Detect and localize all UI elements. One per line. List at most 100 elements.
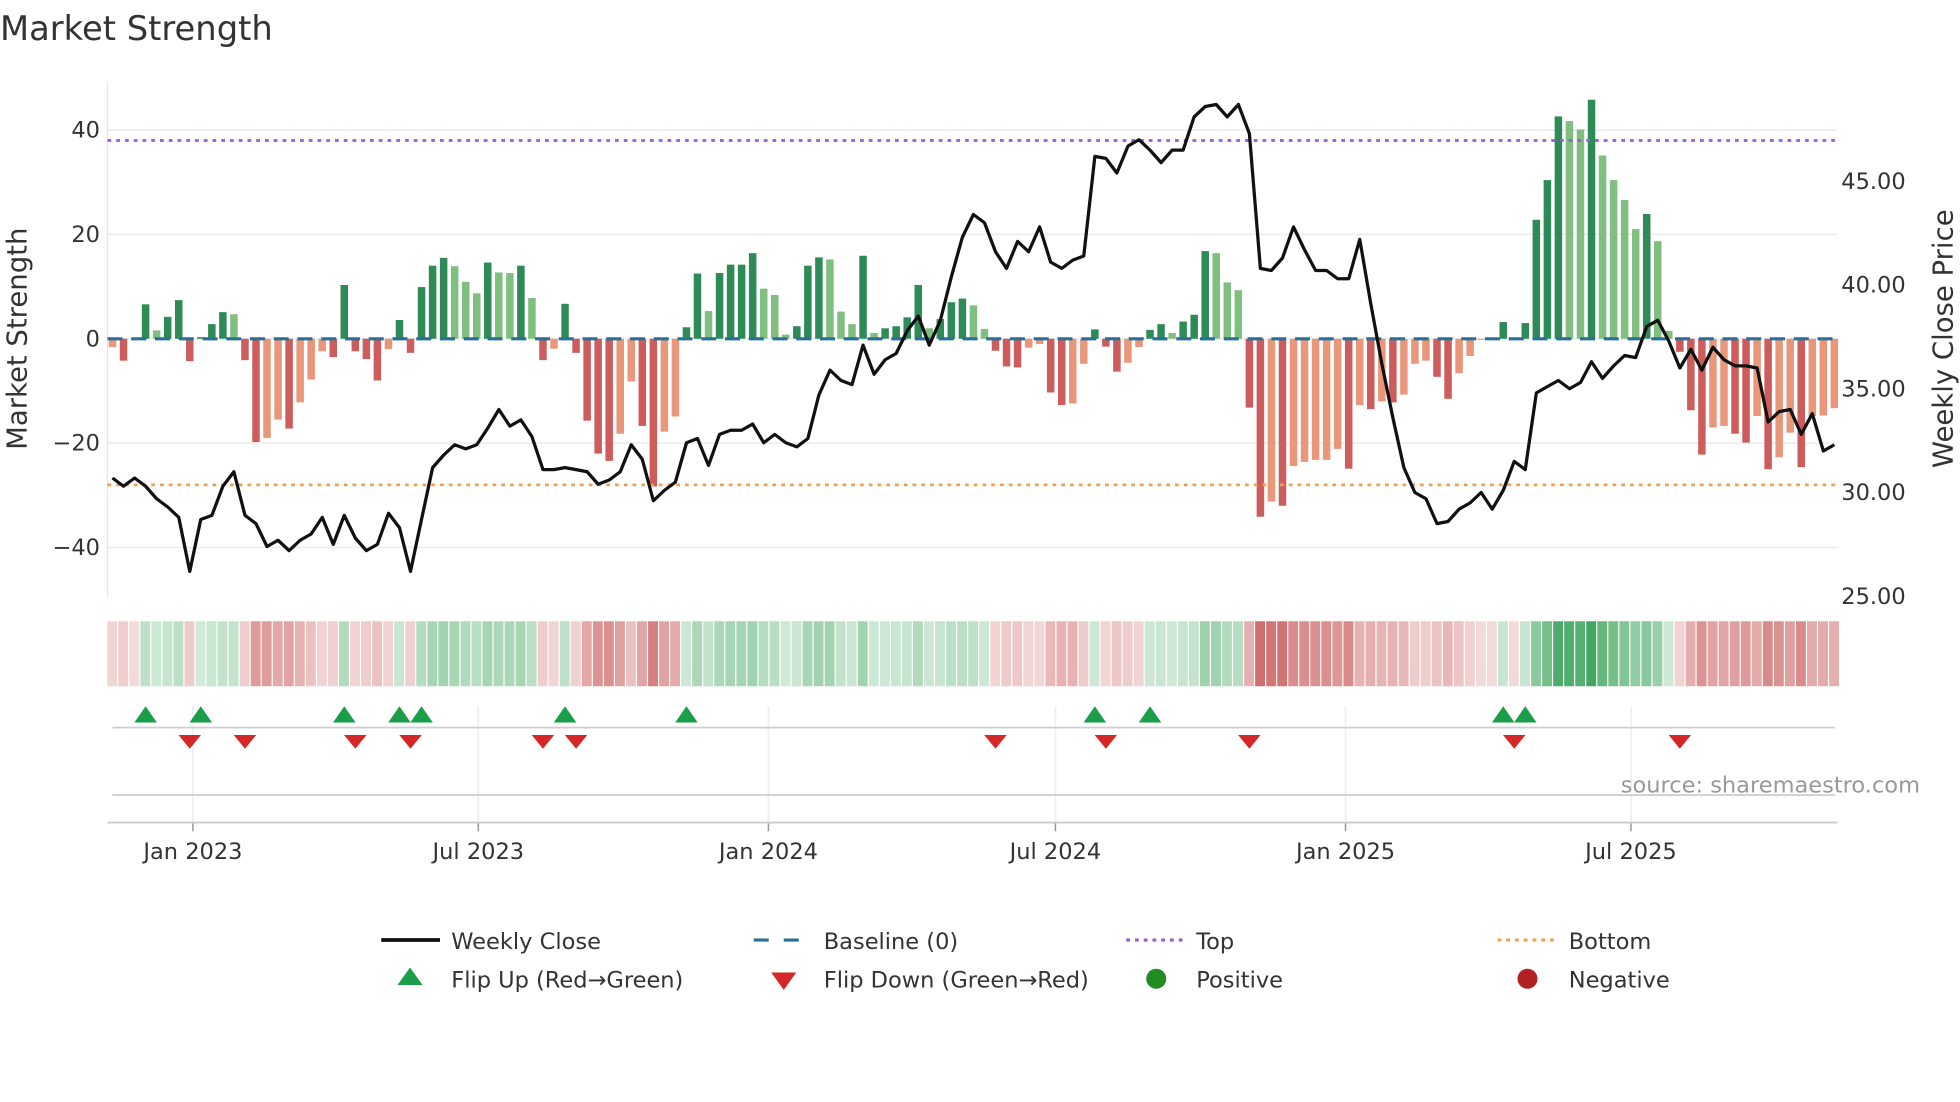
- negative-dot-icon: [1517, 968, 1538, 989]
- strength-bar: [726, 264, 735, 339]
- legend-positive[interactable]: Positive: [1146, 968, 1283, 994]
- strip-cell: [725, 621, 736, 687]
- legend-negative[interactable]: Negative: [1517, 968, 1670, 994]
- strength-bar: [682, 327, 691, 339]
- strength-bar: [892, 326, 900, 339]
- strip-cell: [1729, 621, 1740, 687]
- strength-bar: [704, 311, 713, 339]
- strip-cell: [912, 621, 923, 687]
- strip-cell: [559, 621, 570, 687]
- strip-cell: [1420, 621, 1431, 687]
- strip-cell: [1365, 621, 1376, 687]
- strength-bar: [1620, 199, 1629, 339]
- legend-label: Weekly Close: [451, 929, 601, 955]
- strip-cell: [1442, 621, 1453, 687]
- strength-bar: [1289, 338, 1298, 467]
- right-tick-label: 40.00: [1841, 273, 1905, 299]
- strength-bar: [461, 281, 470, 339]
- strength-bar: [1400, 338, 1408, 395]
- strip-cell: [1299, 621, 1310, 687]
- strip-cell: [1166, 621, 1177, 687]
- strength-bar: [804, 265, 812, 339]
- legend-baseline[interactable]: Baseline (0): [753, 929, 958, 955]
- strip-cell: [1475, 621, 1486, 687]
- strip-cell: [195, 621, 206, 687]
- strip-cell: [1199, 621, 1210, 687]
- x-tick-label: Jan 2023: [141, 839, 242, 865]
- flip-up-marker: [1491, 706, 1515, 723]
- strip-cell: [1211, 621, 1221, 687]
- strength-bar: [837, 311, 845, 339]
- strip-cell: [1542, 621, 1552, 687]
- strength-bar: [406, 338, 415, 353]
- strength-bar: [1002, 338, 1011, 367]
- strip-cell: [1641, 621, 1652, 687]
- strength-bar: [1344, 338, 1353, 469]
- strength-bar: [307, 338, 315, 380]
- strip-cell: [471, 621, 482, 687]
- strip-cell: [1277, 621, 1288, 687]
- strip-cell: [305, 621, 316, 687]
- strength-bars: [108, 99, 1839, 517]
- strip-cell: [879, 621, 890, 687]
- strip-cell: [1553, 621, 1564, 687]
- strip-cell: [1244, 621, 1254, 687]
- strength-bar: [1565, 121, 1574, 339]
- strip-cell: [1619, 621, 1630, 687]
- strip-cell: [350, 621, 360, 687]
- strip-cell: [1784, 621, 1795, 687]
- x-tick-label: Jul 2023: [431, 839, 525, 865]
- strength-bar: [1742, 338, 1750, 443]
- strength-bar: [671, 338, 680, 417]
- strip-cell: [1111, 621, 1122, 687]
- strip-cell: [1188, 621, 1199, 687]
- market-strength-chart: Market Strength 40 20 0 −20 −40 45.00 40.00 35…: [0, 9, 1960, 994]
- strength-bar: [241, 338, 249, 361]
- strength-bar: [263, 338, 271, 438]
- strip-cell: [581, 621, 592, 687]
- strip-cell: [1564, 621, 1575, 687]
- strength-bar: [1455, 338, 1463, 374]
- left-axis-ticks: 40 20 0 −20 −40: [53, 118, 100, 561]
- legend-flip-down[interactable]: Flip Down (Green→Red): [771, 968, 1089, 994]
- strength-bar: [1124, 338, 1132, 363]
- strip-cell: [184, 621, 195, 687]
- left-tick-label: −40: [53, 535, 100, 561]
- strength-bar: [1311, 338, 1320, 460]
- strip-cell: [824, 621, 835, 687]
- strip-cell: [1056, 621, 1067, 687]
- strip-cell: [1222, 621, 1232, 687]
- strip-cell: [1100, 621, 1111, 687]
- strength-bar: [1554, 116, 1563, 339]
- strip-cell: [868, 621, 879, 687]
- strength-bar: [958, 298, 967, 339]
- strip-cell: [1343, 621, 1354, 687]
- strength-bar: [1223, 282, 1232, 339]
- strip-cell: [681, 621, 692, 687]
- strip-cell: [1597, 621, 1608, 687]
- strip-cell: [526, 621, 537, 687]
- strip-cell: [1575, 621, 1586, 687]
- strength-bar: [1808, 338, 1817, 416]
- strength-bar: [186, 338, 194, 362]
- legend-weekly-close[interactable]: Weekly Close: [381, 929, 601, 955]
- legend-top[interactable]: Top: [1126, 929, 1234, 955]
- strip-cell: [1453, 621, 1464, 687]
- flip-up-marker: [333, 706, 356, 723]
- strip-cell: [758, 621, 769, 687]
- strength-bar: [1190, 314, 1198, 339]
- strength-bar: [1046, 338, 1055, 393]
- strip-cell: [857, 621, 868, 687]
- strength-bar: [517, 265, 525, 339]
- strength-bar: [506, 272, 514, 339]
- strip-cell: [1762, 621, 1773, 687]
- legend-flip-up[interactable]: Flip Up (Red→Green): [397, 967, 684, 994]
- x-tick-label: Jul 2024: [1008, 839, 1102, 865]
- legend-bottom[interactable]: Bottom: [1497, 929, 1652, 955]
- strength-bar: [638, 338, 647, 426]
- strip-cell: [1685, 621, 1696, 687]
- strip-cell: [890, 621, 901, 687]
- legend-label: Baseline (0): [824, 929, 958, 955]
- right-tick-label: 45.00: [1841, 169, 1905, 195]
- strength-bar: [329, 338, 337, 358]
